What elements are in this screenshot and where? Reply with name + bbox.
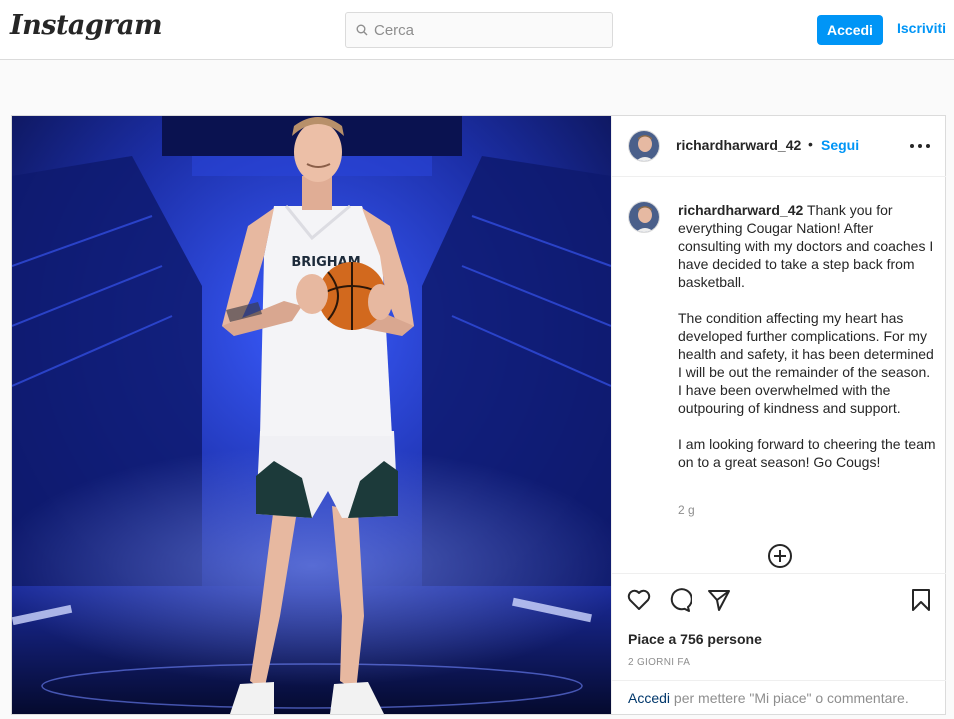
post-side-panel: richardharward_42 • Segui richardharward… bbox=[611, 116, 946, 714]
comment-icon[interactable] bbox=[666, 587, 692, 613]
post-date[interactable]: 2 GIORNI FA bbox=[628, 657, 690, 668]
more-options-icon[interactable] bbox=[908, 136, 932, 156]
signup-link[interactable]: Iscriviti bbox=[897, 20, 946, 36]
load-more-comments-icon[interactable] bbox=[767, 543, 793, 569]
avatar[interactable] bbox=[628, 201, 660, 233]
search-input[interactable] bbox=[374, 21, 594, 39]
instagram-logo[interactable]: Instagram bbox=[10, 10, 163, 41]
post-caption: richardharward_42 Thank you for everythi… bbox=[678, 201, 936, 489]
likes-count[interactable]: Piace a 756 persone bbox=[628, 631, 762, 647]
save-bookmark-icon[interactable] bbox=[908, 587, 934, 613]
post-photo[interactable]: BRIGHAM bbox=[12, 116, 611, 714]
caption-age[interactable]: 2 g bbox=[678, 503, 695, 517]
caption-paragraph: I am looking forward to cheering the tea… bbox=[678, 436, 936, 470]
top-navigation-bar: Instagram Accedi Iscriviti bbox=[0, 0, 954, 60]
login-prompt-bar: Accedi per mettere "Mi piace" o commenta… bbox=[612, 680, 946, 715]
post-actions-section: Piace a 756 persone 2 GIORNI FA Accedi p… bbox=[612, 573, 946, 714]
basketball-player-image: BRIGHAM bbox=[12, 116, 611, 714]
follow-button[interactable]: Segui bbox=[821, 137, 859, 153]
caption-paragraph: The condition affecting my heart has dev… bbox=[678, 310, 934, 416]
username-link[interactable]: richardharward_42 bbox=[676, 137, 801, 153]
search-box[interactable] bbox=[345, 12, 613, 48]
caption-username-link[interactable]: richardharward_42 bbox=[678, 202, 803, 218]
avatar[interactable] bbox=[628, 130, 660, 162]
separator-dot: • bbox=[808, 136, 813, 152]
post-container: BRIGHAM richardharward_42 • Segui richar… bbox=[11, 115, 946, 715]
share-icon[interactable] bbox=[706, 587, 732, 613]
login-prompt-text: per mettere "Mi piace" o commentare. bbox=[670, 690, 909, 706]
login-link[interactable]: Accedi bbox=[628, 690, 670, 706]
post-header: richardharward_42 • Segui bbox=[612, 116, 946, 177]
login-button[interactable]: Accedi bbox=[817, 15, 883, 45]
like-heart-icon[interactable] bbox=[626, 587, 652, 613]
search-icon bbox=[356, 24, 368, 36]
